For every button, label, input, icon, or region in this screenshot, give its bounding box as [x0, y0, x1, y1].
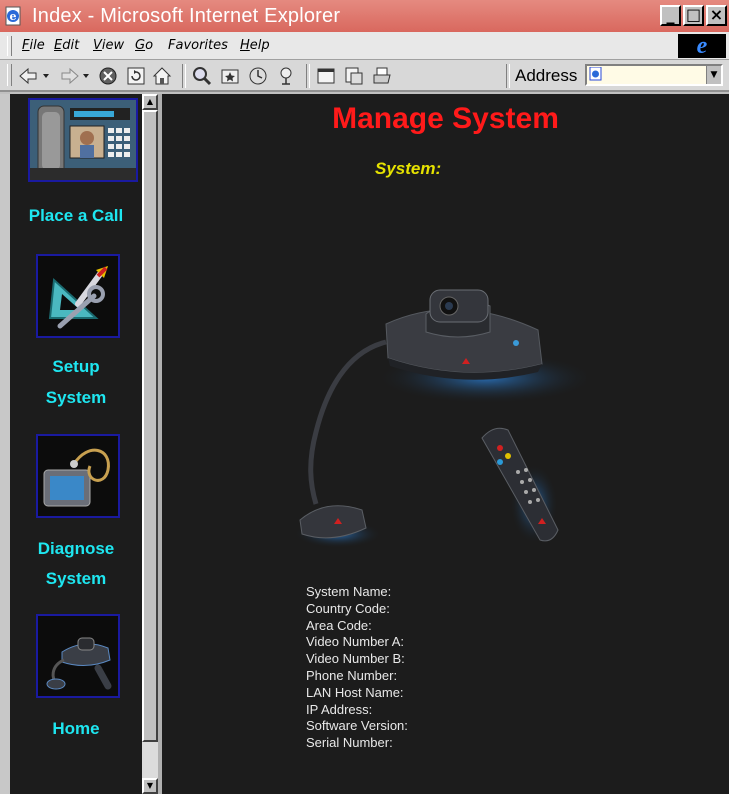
back-icon[interactable] [18, 66, 52, 86]
scroll-down-button[interactable]: ▼ [142, 778, 158, 794]
menu-edit-accel: E [54, 38, 63, 53]
place-call-image[interactable] [28, 98, 138, 182]
mail-icon[interactable] [344, 66, 364, 86]
nav-setup-line2[interactable]: System [10, 383, 142, 413]
info-area-code: Area Code: [306, 617, 372, 633]
page-icon [589, 67, 602, 81]
scroll-up-button[interactable]: ▲ [142, 94, 158, 110]
nav-place-call-link[interactable]: Place a Call [10, 201, 142, 231]
conference-unit-icon [38, 616, 118, 696]
toolbar-separator [182, 64, 186, 88]
info-phone-number: Phone Number: [306, 667, 398, 683]
video-phone-icon [30, 100, 136, 180]
diagnose-system-image[interactable] [36, 434, 120, 518]
setup-system-image[interactable] [36, 254, 120, 338]
menu-help-label: elp [249, 38, 270, 53]
nav-diagnose-line2[interactable]: System [10, 564, 142, 594]
menu-go-label: o [145, 38, 154, 53]
refresh-icon[interactable] [126, 66, 146, 86]
forward-icon[interactable] [58, 66, 92, 86]
standard-toolbar: Address ▼ [0, 60, 729, 92]
menu-edit[interactable]: Edit [54, 38, 79, 53]
info-country-code: Country Code: [306, 600, 390, 616]
menubar-grip[interactable] [7, 36, 12, 56]
nav-home-link[interactable]: Home [10, 714, 142, 744]
info-ip-address: IP Address: [306, 701, 373, 717]
menu-bar: File Edit View Go Favorites Help e [0, 32, 729, 60]
menu-view[interactable]: View [93, 38, 124, 53]
system-info-list: System Name: Country Code: Area Code: Vi… [306, 584, 408, 752]
maximize-button[interactable]: □ [683, 5, 704, 26]
stethoscope-tv-icon [38, 436, 118, 516]
menu-go[interactable]: Go [135, 38, 153, 53]
stop-icon[interactable] [98, 66, 118, 86]
window-left-border [0, 94, 10, 794]
address-bar-input[interactable]: ▼ [585, 64, 723, 86]
ie-page-icon: e [5, 6, 21, 26]
menu-file[interactable]: File [22, 38, 45, 53]
menu-help[interactable]: Help [240, 38, 270, 53]
info-lan-host-name: LAN Host Name: [306, 684, 404, 700]
address-dropdown-button[interactable]: ▼ [706, 66, 721, 84]
tools-icon [38, 256, 118, 336]
close-button[interactable]: × [706, 5, 727, 26]
fullscreen-icon[interactable] [316, 66, 336, 86]
window-title: Index - Microsoft Internet Explorer [32, 5, 341, 27]
svg-text:e: e [10, 10, 17, 23]
menu-file-label: ile [29, 38, 45, 53]
page-title: Manage System [332, 102, 559, 135]
address-label: Address [515, 66, 578, 85]
ie-logo-icon: e [678, 34, 726, 58]
menu-view-accel: V [93, 38, 102, 53]
menu-edit-label: dit [62, 38, 80, 53]
print-icon[interactable] [372, 66, 392, 86]
toolbar-grip[interactable] [7, 64, 12, 86]
info-software-version: Software Version: [306, 718, 408, 734]
navigation-frame: Place a Call Setup System Diagnose Syste… [10, 94, 142, 794]
info-serial-number: Serial Number: [306, 735, 393, 751]
toolbar-separator [506, 64, 510, 88]
search-icon[interactable] [192, 66, 212, 86]
home-image[interactable] [36, 614, 120, 698]
minimize-button[interactable]: _ [660, 5, 681, 26]
nav-frame-scrollbar[interactable]: ▲ ▼ [142, 94, 158, 794]
info-video-number-a: Video Number A: [306, 634, 405, 650]
favorites-icon[interactable] [220, 66, 240, 86]
info-video-number-b: Video Number B: [306, 651, 405, 667]
menu-favorites[interactable]: Favorites [168, 38, 228, 53]
channels-icon[interactable] [276, 66, 296, 86]
main-content-frame: Manage System System: System Name: Count… [162, 94, 729, 794]
menu-view-label: iew [101, 38, 125, 53]
menu-help-accel: H [240, 38, 250, 53]
history-icon[interactable] [248, 66, 268, 86]
window-titlebar[interactable]: e Index - Microsoft Internet Explorer _ … [0, 0, 729, 32]
home-icon[interactable] [152, 66, 172, 86]
toolbar-separator [306, 64, 310, 88]
scrollbar-thumb[interactable] [142, 110, 158, 742]
nav-setup-line1[interactable]: Setup [10, 352, 142, 382]
info-system-name: System Name: [306, 584, 392, 599]
menu-favorites-label: Favorites [168, 38, 228, 53]
menu-go-accel: G [135, 38, 146, 53]
system-label: System: [375, 159, 442, 178]
nav-diagnose-line1[interactable]: Diagnose [10, 534, 142, 564]
conference-system-product-image [294, 289, 586, 548]
